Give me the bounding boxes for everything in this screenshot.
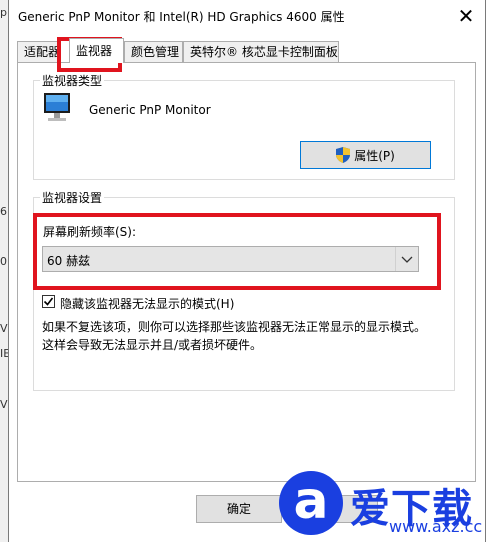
monitor-name: Generic PnP Monitor bbox=[89, 103, 211, 117]
tab-intel-control-panel[interactable]: 英特尔® 核芯显卡控制面板 bbox=[183, 41, 339, 62]
monitor-settings-group-label: 监视器设置 bbox=[40, 189, 105, 206]
tab-monitor[interactable]: 监视器 bbox=[69, 38, 124, 63]
watermark-logo: a bbox=[279, 471, 343, 535]
description-line: 如果不复选该项，则你可以选择那些该监视器无法正常显示的显示模式。 bbox=[42, 320, 427, 334]
properties-button-label: 属性(P) bbox=[354, 148, 395, 163]
tab-color-management[interactable]: 颜色管理 bbox=[124, 41, 183, 62]
description-line: 这样会导致无法显示并且/或者损坏硬件。 bbox=[42, 338, 263, 352]
title-bar[interactable]: Generic PnP Monitor 和 Intel(R) HD Graphi… bbox=[9, 0, 485, 32]
close-icon: ✕ bbox=[457, 4, 475, 28]
monitor-type-group-label: 监视器类型 bbox=[40, 72, 105, 89]
tab-adapter[interactable]: 适配器 bbox=[17, 41, 60, 62]
properties-button[interactable]: 属性(P) bbox=[300, 141, 431, 169]
refresh-rate-value: 60 赫兹 bbox=[47, 254, 91, 268]
chevron-down-icon bbox=[395, 247, 418, 271]
window-title: Generic PnP Monitor 和 Intel(R) HD Graphi… bbox=[18, 10, 345, 24]
watermark-logo-glyph: a bbox=[293, 471, 329, 531]
hide-modes-description: 如果不复选该项，则你可以选择那些该监视器无法正常显示的显示模式。 这样会导致无法… bbox=[42, 318, 452, 354]
background-fragment: V bbox=[0, 398, 8, 411]
uac-shield-icon bbox=[336, 147, 351, 163]
checkmark-icon bbox=[43, 297, 54, 306]
background-fragment: 6 bbox=[0, 205, 7, 218]
watermark-url: www.axz.cc bbox=[389, 517, 483, 536]
background-fragment: 0 bbox=[0, 255, 7, 268]
background-fragment: p bbox=[0, 6, 7, 19]
hide-modes-checkbox[interactable] bbox=[42, 295, 55, 308]
refresh-rate-dropdown[interactable]: 60 赫兹 bbox=[42, 246, 419, 272]
background-fragment: V bbox=[0, 322, 8, 335]
hide-modes-label[interactable]: 隐藏该监视器无法显示的模式(H) bbox=[60, 295, 234, 312]
close-button[interactable]: ✕ bbox=[451, 2, 481, 30]
refresh-rate-label: 屏幕刷新频率(S): bbox=[43, 225, 137, 239]
ok-button[interactable]: 确定 bbox=[196, 495, 282, 523]
monitor-icon bbox=[44, 93, 70, 121]
